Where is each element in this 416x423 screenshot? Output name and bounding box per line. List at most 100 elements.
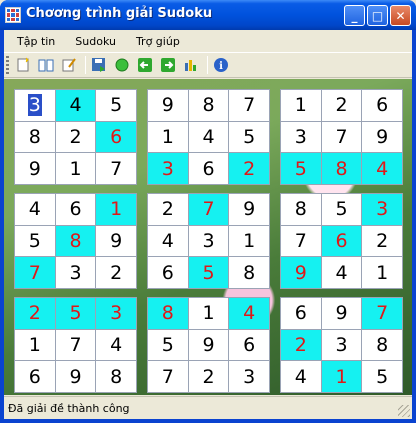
sudoku-cell[interactable]: 6 — [321, 225, 362, 257]
sudoku-cell[interactable]: 9 — [281, 257, 321, 288]
sudoku-cell[interactable]: 9 — [148, 90, 188, 121]
sudoku-cell[interactable]: 8 — [362, 329, 402, 361]
sudoku-cell[interactable]: 8 — [229, 257, 269, 288]
new-icon[interactable] — [13, 55, 33, 75]
menu-file[interactable]: Tập tin — [11, 33, 61, 50]
sudoku-cell[interactable]: 2 — [148, 194, 188, 225]
sudoku-cell[interactable]: 7 — [321, 121, 362, 153]
sudoku-cell[interactable]: 2 — [229, 153, 269, 184]
sudoku-cell[interactable]: 2 — [321, 90, 362, 121]
sudoku-cell[interactable]: 2 — [55, 121, 96, 153]
sudoku-cell[interactable]: 9 — [188, 329, 229, 361]
sudoku-cell[interactable]: 5 — [321, 194, 362, 225]
open-book-icon[interactable] — [36, 55, 56, 75]
sudoku-app-icon — [5, 7, 21, 23]
sudoku-cell[interactable]: 3 — [229, 361, 269, 392]
sudoku-cell[interactable]: 9 — [229, 194, 269, 225]
menu-help[interactable]: Trợ giúp — [130, 33, 186, 50]
sudoku-cell[interactable]: 4 — [362, 153, 402, 184]
sudoku-cell[interactable]: 2 — [362, 225, 402, 257]
sudoku-cell[interactable]: 9 — [55, 361, 96, 392]
sudoku-cell[interactable]: 4 — [188, 121, 229, 153]
sudoku-cell[interactable]: 2 — [15, 298, 55, 329]
sudoku-cell[interactable]: 6 — [362, 90, 402, 121]
sudoku-cell[interactable]: 6 — [96, 121, 136, 153]
sudoku-cell[interactable]: 5 — [15, 225, 55, 257]
sudoku-cell[interactable]: 1 — [362, 257, 402, 288]
resize-grip[interactable] — [398, 405, 410, 417]
sudoku-cell[interactable]: 7 — [188, 194, 229, 225]
sudoku-cell[interactable]: 5 — [281, 153, 321, 184]
sudoku-cell[interactable]: 1 — [55, 153, 96, 184]
sudoku-cell[interactable]: 8 — [281, 194, 321, 225]
title-bar[interactable]: Chơơng trình giải Sudoku _ □ ✕ — [0, 0, 416, 30]
solve-icon[interactable] — [112, 55, 132, 75]
sudoku-cell[interactable]: 6 — [281, 298, 321, 329]
save-icon[interactable] — [89, 55, 109, 75]
sudoku-cell[interactable]: 3 — [15, 90, 55, 121]
sudoku-cell[interactable]: 5 — [55, 298, 96, 329]
sudoku-cell[interactable]: 5 — [188, 257, 229, 288]
sudoku-cell[interactable]: 7 — [229, 90, 269, 121]
sudoku-cell[interactable]: 6 — [229, 329, 269, 361]
sudoku-cell[interactable]: 4 — [281, 361, 321, 392]
forward-icon[interactable] — [158, 55, 178, 75]
edit-icon[interactable] — [59, 55, 79, 75]
sudoku-cell[interactable]: 4 — [96, 329, 136, 361]
sudoku-cell[interactable]: 3 — [148, 153, 188, 184]
sudoku-cell[interactable]: 7 — [362, 298, 402, 329]
sudoku-cell[interactable]: 2 — [96, 257, 136, 288]
sudoku-cell[interactable]: 4 — [148, 225, 188, 257]
info-icon[interactable]: i — [211, 55, 231, 75]
sudoku-cell[interactable]: 2 — [281, 329, 321, 361]
sudoku-cell[interactable]: 1 — [229, 225, 269, 257]
sudoku-cell[interactable]: 5 — [362, 361, 402, 392]
sudoku-cell[interactable]: 7 — [15, 257, 55, 288]
sudoku-cell[interactable]: 8 — [148, 298, 188, 329]
sudoku-cell[interactable]: 2 — [188, 361, 229, 392]
sudoku-cell[interactable]: 3 — [281, 121, 321, 153]
sudoku-cell[interactable]: 4 — [55, 90, 96, 121]
sudoku-cell[interactable]: 8 — [96, 361, 136, 392]
sudoku-cell[interactable]: 7 — [281, 225, 321, 257]
sudoku-cell[interactable]: 5 — [96, 90, 136, 121]
sudoku-cell[interactable]: 7 — [148, 361, 188, 392]
sudoku-cell[interactable]: 8 — [55, 225, 96, 257]
sudoku-cell[interactable]: 1 — [15, 329, 55, 361]
sudoku-cell[interactable]: 9 — [96, 225, 136, 257]
sudoku-cell[interactable]: 9 — [321, 298, 362, 329]
back-icon[interactable] — [135, 55, 155, 75]
sudoku-cell[interactable]: 1 — [281, 90, 321, 121]
sudoku-cell[interactable]: 3 — [188, 225, 229, 257]
maximize-button[interactable]: □ — [367, 5, 388, 26]
sudoku-cell[interactable]: 8 — [188, 90, 229, 121]
sudoku-cell[interactable]: 3 — [55, 257, 96, 288]
sudoku-cell[interactable]: 1 — [96, 194, 136, 225]
chart-icon[interactable] — [181, 55, 201, 75]
sudoku-cell[interactable]: 8 — [15, 121, 55, 153]
sudoku-cell[interactable]: 1 — [148, 121, 188, 153]
sudoku-cell[interactable]: 4 — [229, 298, 269, 329]
sudoku-cell[interactable]: 5 — [148, 329, 188, 361]
sudoku-cell[interactable]: 4 — [321, 257, 362, 288]
sudoku-cell[interactable]: 6 — [188, 153, 229, 184]
toolbar-grip[interactable] — [6, 56, 9, 74]
sudoku-cell[interactable]: 6 — [15, 361, 55, 392]
sudoku-cell[interactable]: 8 — [321, 153, 362, 184]
sudoku-cell[interactable]: 7 — [55, 329, 96, 361]
sudoku-cell[interactable]: 6 — [55, 194, 96, 225]
close-button[interactable]: ✕ — [390, 5, 411, 26]
sudoku-cell[interactable]: 6 — [148, 257, 188, 288]
sudoku-cell[interactable]: 3 — [321, 329, 362, 361]
sudoku-cell[interactable]: 5 — [229, 121, 269, 153]
sudoku-cell[interactable]: 1 — [188, 298, 229, 329]
sudoku-cell[interactable]: 3 — [362, 194, 402, 225]
sudoku-cell[interactable]: 3 — [96, 298, 136, 329]
sudoku-cell[interactable]: 9 — [15, 153, 55, 184]
menu-sudoku[interactable]: Sudoku — [69, 33, 122, 50]
sudoku-cell[interactable]: 1 — [321, 361, 362, 392]
sudoku-cell[interactable]: 9 — [362, 121, 402, 153]
sudoku-cell[interactable]: 4 — [15, 194, 55, 225]
minimize-button[interactable]: _ — [344, 5, 365, 26]
sudoku-cell[interactable]: 7 — [96, 153, 136, 184]
